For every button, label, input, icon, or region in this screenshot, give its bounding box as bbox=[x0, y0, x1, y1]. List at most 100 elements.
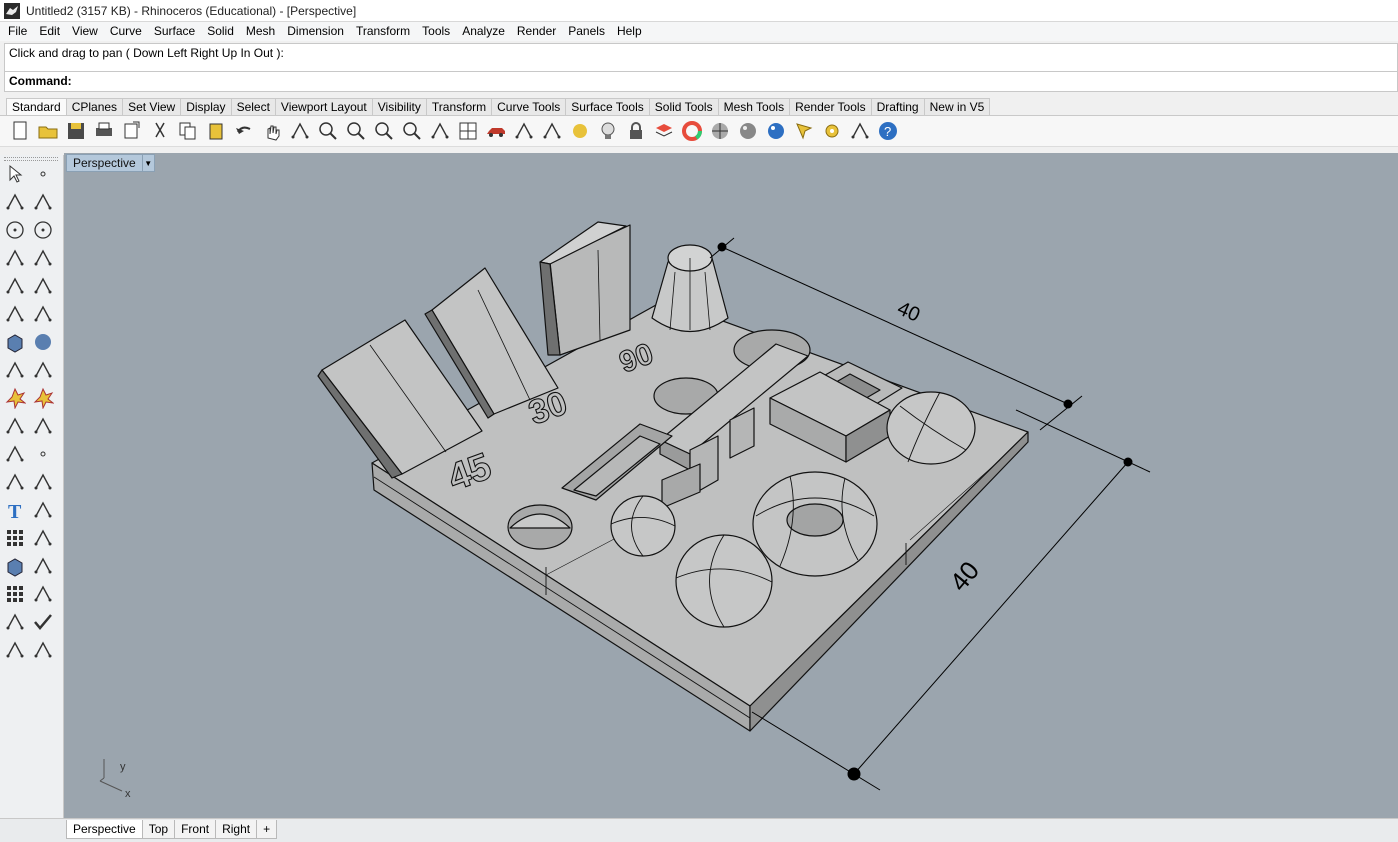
offset-tool[interactable] bbox=[2, 469, 28, 495]
tab-cplanes[interactable]: CPlanes bbox=[65, 98, 124, 116]
paint-tool[interactable] bbox=[30, 637, 56, 663]
menu-edit[interactable]: Edit bbox=[33, 22, 66, 41]
pan-button[interactable] bbox=[258, 118, 286, 144]
menu-transform[interactable]: Transform bbox=[350, 22, 416, 41]
tab-surface-tools[interactable]: Surface Tools bbox=[565, 98, 650, 116]
color-wheel-button[interactable] bbox=[678, 118, 706, 144]
curve-tool[interactable] bbox=[30, 189, 56, 215]
dimension-tool[interactable] bbox=[30, 553, 56, 579]
polyline-tool[interactable] bbox=[2, 189, 28, 215]
tab-set-view[interactable]: Set View bbox=[122, 98, 182, 116]
grasshopper-button[interactable] bbox=[846, 118, 874, 144]
viewport-title[interactable]: Perspective ▼ bbox=[66, 154, 155, 172]
select-arrow-tool[interactable] bbox=[2, 161, 28, 187]
menu-analyze[interactable]: Analyze bbox=[456, 22, 511, 41]
import-button[interactable] bbox=[118, 118, 146, 144]
grid-snap-tool[interactable] bbox=[2, 581, 28, 607]
render-mesh-tool[interactable] bbox=[2, 637, 28, 663]
mirror-tool[interactable] bbox=[30, 525, 56, 551]
box-edit-tool[interactable] bbox=[2, 553, 28, 579]
menu-surface[interactable]: Surface bbox=[148, 22, 201, 41]
named-view-button[interactable] bbox=[538, 118, 566, 144]
menu-file[interactable]: File bbox=[2, 22, 33, 41]
blue-sphere-button[interactable] bbox=[762, 118, 790, 144]
tab-select[interactable]: Select bbox=[230, 98, 276, 116]
tab-transform[interactable]: Transform bbox=[425, 98, 493, 116]
loft-tool[interactable] bbox=[30, 301, 56, 327]
menu-dimension[interactable]: Dimension bbox=[281, 22, 350, 41]
analyze-tool[interactable] bbox=[2, 609, 28, 635]
command-prompt[interactable]: Command: bbox=[4, 72, 1398, 92]
new-button[interactable] bbox=[6, 118, 34, 144]
tab-drafting[interactable]: Drafting bbox=[870, 98, 925, 116]
lock-button[interactable] bbox=[622, 118, 650, 144]
menu-panels[interactable]: Panels bbox=[562, 22, 611, 41]
perspective-viewport[interactable]: 40 40 90 30 45 y x Perspective ▼ bbox=[64, 153, 1398, 818]
menu-render[interactable]: Render bbox=[511, 22, 562, 41]
split-tool[interactable] bbox=[30, 385, 56, 411]
check-tool[interactable] bbox=[30, 609, 56, 635]
menu-tools[interactable]: Tools bbox=[416, 22, 456, 41]
tab-visibility[interactable]: Visibility bbox=[371, 98, 427, 116]
open-button[interactable] bbox=[34, 118, 62, 144]
rotate-view-button[interactable] bbox=[286, 118, 314, 144]
extrude-tool[interactable] bbox=[2, 357, 28, 383]
bulb-button[interactable] bbox=[594, 118, 622, 144]
view-tab-perspective[interactable]: Perspective bbox=[66, 820, 143, 839]
layer-button[interactable] bbox=[650, 118, 678, 144]
gumball-tool[interactable] bbox=[30, 581, 56, 607]
undo-button[interactable] bbox=[230, 118, 258, 144]
car-button[interactable] bbox=[482, 118, 510, 144]
zoom-dynamic-button[interactable] bbox=[342, 118, 370, 144]
trim-tool[interactable] bbox=[2, 413, 28, 439]
help-button[interactable]: ? bbox=[874, 118, 902, 144]
menu-help[interactable]: Help bbox=[611, 22, 648, 41]
surface-tool[interactable] bbox=[2, 301, 28, 327]
tab-display[interactable]: Display bbox=[180, 98, 232, 116]
menu-view[interactable]: View bbox=[66, 22, 104, 41]
array-tool[interactable] bbox=[2, 525, 28, 551]
model-scene[interactable]: 40 40 90 30 45 y x bbox=[64, 153, 1398, 818]
polygon-tool[interactable] bbox=[2, 245, 28, 271]
circle-tool[interactable] bbox=[2, 217, 28, 243]
cut-button[interactable] bbox=[146, 118, 174, 144]
explode-tool[interactable] bbox=[2, 385, 28, 411]
sphere-tool[interactable] bbox=[30, 329, 56, 355]
tab-new-in-v5[interactable]: New in V5 bbox=[923, 98, 991, 116]
scale-tool[interactable] bbox=[30, 497, 56, 523]
tab-render-tools[interactable]: Render Tools bbox=[789, 98, 872, 116]
view-tab-top[interactable]: Top bbox=[141, 820, 176, 839]
render-button[interactable] bbox=[790, 118, 818, 144]
viewport-menu-chevron-icon[interactable]: ▼ bbox=[141, 155, 154, 171]
tab-mesh-tools[interactable]: Mesh Tools bbox=[717, 98, 791, 116]
menu-curve[interactable]: Curve bbox=[104, 22, 148, 41]
rectangle-tool[interactable] bbox=[30, 245, 56, 271]
paste-button[interactable] bbox=[202, 118, 230, 144]
box-tool[interactable] bbox=[2, 329, 28, 355]
options-gear-button[interactable] bbox=[818, 118, 846, 144]
add-view-tab-button[interactable]: + bbox=[256, 820, 278, 839]
zoom-extents-button[interactable] bbox=[370, 118, 398, 144]
viewport-name[interactable]: Perspective bbox=[67, 155, 142, 171]
menu-mesh[interactable]: Mesh bbox=[240, 22, 281, 41]
save-button[interactable] bbox=[62, 118, 90, 144]
point-cloud-tool[interactable] bbox=[30, 441, 56, 467]
tab-curve-tools[interactable]: Curve Tools bbox=[491, 98, 567, 116]
tab-solid-tools[interactable]: Solid Tools bbox=[648, 98, 719, 116]
zoom-window-button[interactable] bbox=[314, 118, 342, 144]
point-light-button[interactable] bbox=[566, 118, 594, 144]
tab-viewport-layout[interactable]: Viewport Layout bbox=[274, 98, 373, 116]
fillet-curve-tool[interactable] bbox=[30, 273, 56, 299]
arc-tool[interactable] bbox=[2, 273, 28, 299]
cplane-button[interactable] bbox=[510, 118, 538, 144]
ellipse-tool[interactable] bbox=[30, 217, 56, 243]
rendered-sphere-button[interactable] bbox=[734, 118, 762, 144]
point-tool[interactable] bbox=[30, 161, 56, 187]
print-button[interactable] bbox=[90, 118, 118, 144]
join-tool[interactable] bbox=[30, 413, 56, 439]
undo-view-button[interactable] bbox=[426, 118, 454, 144]
view-tab-front[interactable]: Front bbox=[174, 820, 217, 839]
text-tool[interactable]: T bbox=[2, 497, 28, 523]
zoom-selected-button[interactable] bbox=[398, 118, 426, 144]
blend-tool[interactable] bbox=[30, 469, 56, 495]
